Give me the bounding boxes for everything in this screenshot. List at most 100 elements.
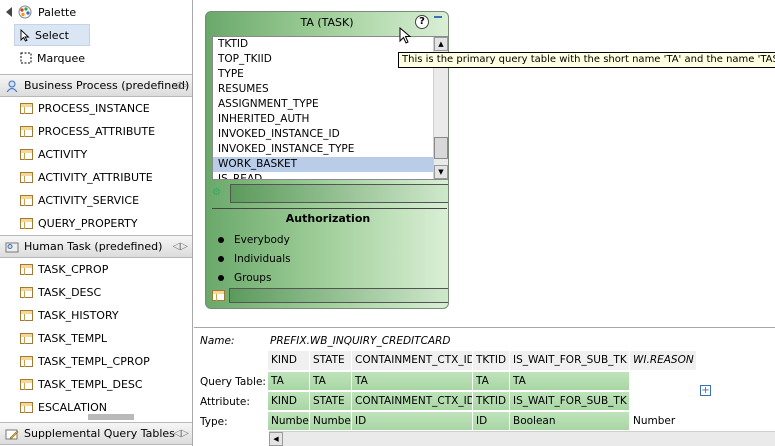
type-cell[interactable]: ID <box>473 412 510 431</box>
palette-item[interactable]: TASK_TEMPL_DESC <box>0 373 192 396</box>
palette-item[interactable]: PROCESS_ATTRIBUTE <box>0 120 192 143</box>
column-item[interactable]: RESUMES <box>213 82 448 97</box>
column-header[interactable]: KIND <box>268 351 310 370</box>
palette-item-label: ACTIVITY_SERVICE <box>38 194 140 207</box>
authorization-filter-field[interactable] <box>229 287 448 303</box>
calendar-icon <box>212 289 225 301</box>
auth-item-everybody[interactable]: Everybody <box>218 234 290 246</box>
attribute-label: Attribute: <box>200 396 250 408</box>
palette-item-label: ACTIVITY_ATTRIBUTE <box>38 171 153 184</box>
palette-item[interactable]: ACTIVITY <box>0 143 192 166</box>
table-icon <box>20 402 33 413</box>
palette-item-label: TASK_TEMPL_CPROP <box>38 355 150 368</box>
palette-scroll-thumb[interactable] <box>88 414 134 420</box>
attribute-cell[interactable]: IS_WAIT_FOR_SUB_TK <box>510 392 630 411</box>
drawer-label: Human Task (predefined) <box>24 240 163 253</box>
filter-row: ⚙ <box>212 183 448 203</box>
palette-item-label: PROCESS_INSTANCE <box>38 102 150 115</box>
palette-item-label: QUERY_PROPERTY <box>38 217 138 230</box>
table-icon <box>20 264 33 275</box>
table-icon <box>20 287 33 298</box>
palette-item-label: TASK_TEMPL <box>38 332 108 345</box>
query-table-cell[interactable]: TA <box>352 372 473 391</box>
minimize-icon[interactable] <box>434 16 442 18</box>
table-icon <box>20 172 33 183</box>
query-table-cell[interactable]: TA <box>510 372 630 391</box>
marquee-icon <box>20 52 32 64</box>
scroll-up-icon[interactable]: ▲ <box>434 37 448 51</box>
properties-hscrollbar[interactable]: ◀ <box>269 431 775 446</box>
person-icon <box>6 80 18 92</box>
table-icon <box>20 333 33 344</box>
type-cell[interactable]: Number <box>268 412 310 431</box>
query-table-cell[interactable] <box>630 372 697 391</box>
human-task-icon <box>5 242 19 252</box>
column-item[interactable]: INVOKED_INSTANCE_TYPE <box>213 142 448 157</box>
scroll-down-icon[interactable]: ▼ <box>434 165 448 179</box>
palette-icon <box>18 5 32 19</box>
arrow-pointer-icon <box>20 28 30 42</box>
select-tool[interactable]: Select <box>14 24 90 46</box>
palette-item[interactable]: TASK_TEMPL_CPROP <box>0 350 192 373</box>
palette-item[interactable]: QUERY_PROPERTY <box>0 212 192 235</box>
palette-item[interactable]: TASK_HISTORY <box>0 304 192 327</box>
table-icon <box>20 356 33 367</box>
type-cell[interactable]: Number <box>310 412 352 431</box>
column-header[interactable]: WI.REASON <box>630 351 697 370</box>
column-item-selected[interactable]: WORK_BASKET <box>213 157 448 172</box>
add-column-icon[interactable]: + <box>700 385 711 396</box>
drawer-toggle-icon[interactable]: ◁▷ <box>173 80 188 91</box>
diagram-canvas[interactable]: TA (TASK) ? TKTID TOP_TKIID TYPE RESUMES… <box>194 0 775 326</box>
name-value[interactable]: PREFIX.WB_INQUIRY_CREDITCARD <box>270 335 450 347</box>
palette-title: Palette <box>38 5 77 19</box>
drawer-business-process[interactable]: Business Process (predefined) ◁▷ <box>0 74 192 97</box>
palette-item[interactable]: PROCESS_INSTANCE <box>0 97 192 120</box>
attribute-cell[interactable]: TKTID <box>473 392 510 411</box>
column-header[interactable]: IS_WAIT_FOR_SUB_TK <box>510 351 630 370</box>
table-icon <box>20 379 33 390</box>
drawer-toggle-icon[interactable]: ◁▷ <box>174 428 189 439</box>
column-header[interactable]: TKTID <box>473 351 510 370</box>
palette-item[interactable]: TASK_TEMPL <box>0 327 192 350</box>
attribute-cell[interactable]: CONTAINMENT_CTX_ID <box>352 392 473 411</box>
drawer-toggle-icon[interactable]: ◁▷ <box>173 241 188 252</box>
attribute-cell[interactable] <box>630 392 697 411</box>
human-task-items: TASK_CPROP TASK_DESC TASK_HISTORY TASK_T… <box>0 258 192 419</box>
column-header[interactable]: STATE <box>310 351 352 370</box>
attribute-cell[interactable]: STATE <box>310 392 352 411</box>
filter-field[interactable] <box>230 183 448 203</box>
auth-item-label: Individuals <box>234 253 291 265</box>
help-icon[interactable]: ? <box>415 15 429 29</box>
column-item[interactable]: IS_READ <box>213 172 448 179</box>
query-table-cell[interactable]: TA <box>268 372 310 391</box>
auth-item-label: Everybody <box>234 234 290 246</box>
collapse-palette-icon[interactable] <box>6 7 12 17</box>
column-header[interactable]: CONTAINMENT_CTX_ID <box>352 351 473 370</box>
drawer-supplemental[interactable]: Supplemental Query Tables ◁▷ <box>0 422 192 445</box>
auth-item-individuals[interactable]: Individuals <box>218 253 291 265</box>
column-item[interactable]: TYPE <box>213 67 448 82</box>
palette-item[interactable]: TASK_DESC <box>0 281 192 304</box>
query-table-cell[interactable]: TA <box>473 372 510 391</box>
palette-item[interactable]: TASK_CPROP <box>0 258 192 281</box>
type-cell[interactable]: Boolean <box>510 412 630 431</box>
marquee-tool[interactable]: Marquee <box>0 47 192 69</box>
palette-item[interactable]: ACTIVITY_ATTRIBUTE <box>0 166 192 189</box>
palette-header: Palette <box>0 0 192 24</box>
column-item[interactable]: INHERITED_AUTH <box>213 112 448 127</box>
column-item[interactable]: ASSIGNMENT_TYPE <box>213 97 448 112</box>
scroll-left-icon[interactable]: ◀ <box>269 432 283 446</box>
table-icon <box>20 126 33 137</box>
column-item[interactable]: INVOKED_INSTANCE_ID <box>213 127 448 142</box>
scroll-thumb[interactable] <box>434 137 448 159</box>
type-label: Type: <box>200 416 228 428</box>
palette: Palette Select Marquee Business Process … <box>0 0 193 446</box>
drawer-human-task[interactable]: Human Task (predefined) ◁▷ <box>0 235 192 258</box>
query-table-cell[interactable]: TA <box>310 372 352 391</box>
palette-item[interactable]: ACTIVITY_SERVICE <box>0 189 192 212</box>
type-cell[interactable]: Number <box>630 412 697 431</box>
type-cell[interactable]: ID <box>352 412 473 431</box>
attribute-cell[interactable]: KIND <box>268 392 310 411</box>
auth-item-groups[interactable]: Groups <box>218 272 271 284</box>
table-icon <box>20 310 33 321</box>
